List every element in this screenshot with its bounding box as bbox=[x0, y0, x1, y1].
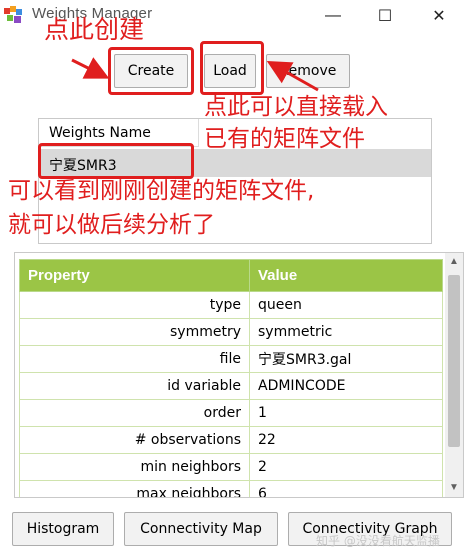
list-annotation-line1: 可以看到刚刚创建的矩阵文件, bbox=[8, 178, 315, 204]
property-value: 2 bbox=[249, 453, 443, 481]
property-key: type bbox=[19, 291, 250, 319]
connectivity-map-button[interactable]: Connectivity Map bbox=[124, 512, 278, 546]
table-row: min neighbors 2 bbox=[19, 453, 443, 481]
list-item-highlight-box bbox=[38, 143, 194, 179]
property-value: symmetric bbox=[249, 318, 443, 346]
property-value: 6 bbox=[249, 480, 443, 497]
load-annotation-line1: 点此可以直接载入 bbox=[204, 94, 388, 120]
property-value: 22 bbox=[249, 426, 443, 454]
table-row: order 1 bbox=[19, 399, 443, 427]
scroll-up-arrow-icon[interactable]: ▲ bbox=[445, 253, 463, 271]
watermark: 知乎 @没没看航天监播 bbox=[316, 534, 440, 548]
table-row: type queen bbox=[19, 291, 443, 319]
property-value: queen bbox=[249, 291, 443, 319]
table-row: symmetry symmetric bbox=[19, 318, 443, 346]
maximize-button[interactable]: ☐ bbox=[362, 0, 408, 32]
list-annotation-line2: 就可以做后续分析了 bbox=[8, 212, 215, 238]
table-row: file 宁夏SMR3.gal bbox=[19, 345, 443, 373]
scrollbar-thumb[interactable] bbox=[448, 275, 460, 447]
property-value: ADMINCODE bbox=[249, 372, 443, 400]
table-row: # observations 22 bbox=[19, 426, 443, 454]
close-button[interactable]: ✕ bbox=[416, 0, 462, 32]
property-key: id variable bbox=[19, 372, 250, 400]
load-highlight-box bbox=[200, 41, 264, 95]
property-key: max neighbors bbox=[19, 480, 250, 497]
minimize-button[interactable]: — bbox=[310, 0, 356, 32]
histogram-button[interactable]: Histogram bbox=[12, 512, 114, 546]
create-annotation: 点此创建 bbox=[44, 15, 145, 44]
create-arrow-icon bbox=[71, 57, 110, 79]
geoda-app-icon bbox=[4, 6, 22, 23]
scroll-down-arrow-icon[interactable]: ▼ bbox=[445, 479, 463, 497]
table-row: id variable ADMINCODE bbox=[19, 372, 443, 400]
table-row: max neighbors 6 bbox=[19, 480, 443, 497]
vertical-scrollbar[interactable]: ▲ ▼ bbox=[445, 253, 463, 497]
property-key: min neighbors bbox=[19, 453, 250, 481]
load-annotation-line2: 已有的矩阵文件 bbox=[204, 126, 365, 152]
value-column-header: Value bbox=[249, 259, 443, 292]
property-key: order bbox=[19, 399, 250, 427]
properties-table: Property Value type queen symmetry symmetr… bbox=[19, 259, 443, 497]
remove-button[interactable]: Remove bbox=[266, 54, 350, 88]
create-highlight-box bbox=[108, 47, 194, 95]
property-key: # observations bbox=[19, 426, 250, 454]
property-key: file bbox=[19, 345, 250, 373]
property-value: 1 bbox=[249, 399, 443, 427]
properties-panel: Property Value type queen symmetry symmetr… bbox=[14, 252, 464, 498]
property-value: 宁夏SMR3.gal bbox=[249, 345, 443, 373]
property-column-header: Property bbox=[19, 259, 250, 292]
property-key: symmetry bbox=[19, 318, 250, 346]
